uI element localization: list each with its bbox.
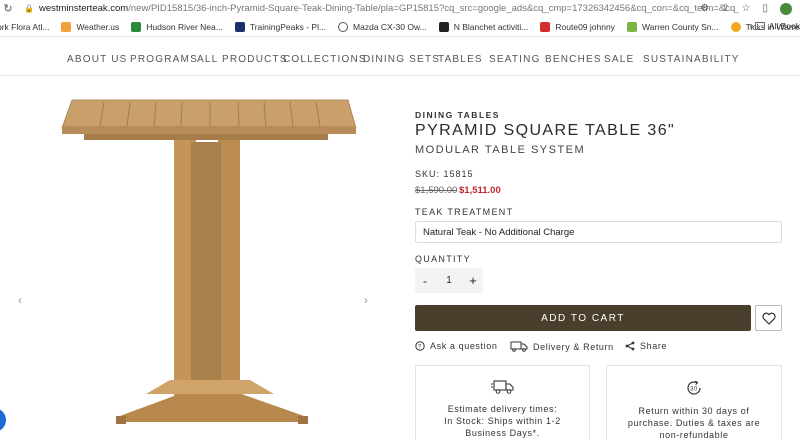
nav-collections[interactable]: COLLECTIONS (283, 54, 367, 65)
bookmarks-bar: ork Flora Atl... Weather.us Hudson River… (0, 17, 800, 37)
bookmark-label: Warren County Sn... (641, 21, 719, 32)
delivery-info-card: Estimate delivery times: In Stock: Ships… (415, 365, 590, 440)
nav-benches[interactable]: BENCHES (545, 54, 602, 65)
weather-icon (61, 21, 72, 32)
delivery-return-label: Delivery & Return (533, 341, 614, 352)
bookmark-label: N Blanchet activiti... (453, 21, 529, 32)
star-icon[interactable]: ☆ (742, 3, 751, 14)
svg-text:?: ? (418, 344, 422, 350)
nav-sustainability[interactable]: SUSTAINABILITY (643, 54, 740, 65)
bookmark-label: Weather.us (76, 21, 120, 32)
browser-extensions: ⚙ ⇪ ☆ ▯ (700, 0, 792, 17)
bookmark-label: TrainingPeaks - Pl... (249, 21, 327, 32)
bookmark-label: Hudson River Nea... (146, 21, 223, 32)
bookmark-item[interactable]: N Blanchet activiti... (438, 21, 529, 32)
nav-seating[interactable]: SEATING (489, 54, 541, 65)
sidebar-icon[interactable]: ▯ (762, 3, 768, 14)
quantity-increase-button[interactable]: + (463, 273, 483, 288)
gallery-prev-arrow-icon[interactable]: ‹ (18, 293, 22, 307)
bookmark-item[interactable]: Weather.us (61, 21, 120, 32)
product-category[interactable]: DINING TABLES (415, 110, 500, 120)
ask-question-label: Ask a question (430, 341, 498, 351)
delivery-info-text: Estimate delivery times: In Stock: Ships… (416, 403, 589, 439)
return-line: non-refundable (659, 430, 729, 440)
quantity-label: QUANTITY (415, 254, 471, 264)
bookmark-item[interactable]: ork Flora Atl... (0, 22, 49, 32)
bookmark-item[interactable]: TrainingPeaks - Pl... (234, 21, 327, 32)
share-link[interactable]: Share (625, 341, 667, 351)
delivery-line: Estimate delivery times: (447, 404, 558, 414)
share-icon (625, 341, 635, 351)
bookmark-label: Route09 johnny (555, 21, 615, 32)
gallery-next-arrow-icon[interactable]: › (364, 293, 368, 307)
url-host: westminsterteak.com (39, 3, 129, 14)
url-text[interactable]: westminsterteak.com/new/PID15815/36-inch… (39, 3, 739, 14)
quantity-stepper: - 1 + (415, 268, 483, 293)
nav-all-products[interactable]: ALL PRODUCTS (197, 54, 288, 65)
address-bar[interactable]: ↻ 🔒 westminsterteak.com/new/PID15815/36-… (0, 0, 800, 17)
all-bookmarks-button[interactable]: All Book (754, 21, 800, 31)
original-price: $1,590.00 (415, 185, 458, 196)
strava-icon (438, 21, 449, 32)
sale-price: $1,511.00 (459, 185, 501, 196)
truck-icon (510, 341, 528, 352)
teak-treatment-label: TEAK TREATMENT (415, 207, 514, 217)
more-bookmarks-button[interactable]: » (749, 21, 754, 31)
product-image[interactable] (60, 98, 360, 428)
return-line: purchase. Duties & taxes are (627, 418, 761, 428)
trainingpeaks-icon (234, 21, 245, 32)
extension-icon[interactable]: ⚙ (700, 3, 709, 14)
delivery-return-link[interactable]: Delivery & Return (510, 341, 614, 352)
lock-icon[interactable]: 🔒 (23, 4, 35, 13)
product-actions: ? Ask a question Delivery & Return Share (415, 341, 782, 355)
product-title: PYRAMID SQUARE TABLE 36" (415, 122, 676, 139)
return-clock-icon: 30 (687, 380, 701, 395)
url-path: /new/PID15815/36-inch-Pyramid-Square-Tea… (128, 3, 739, 14)
question-icon: ? (415, 341, 425, 351)
bookmark-item[interactable]: Mazda CX-30 Ow... (338, 21, 427, 32)
fast-delivery-truck-icon (490, 380, 514, 394)
share-label: Share (640, 341, 668, 351)
quantity-decrease-button[interactable]: - (415, 274, 435, 288)
return-line: Return within 30 days of (638, 406, 750, 416)
tick-icon (730, 21, 741, 32)
wishlist-button[interactable] (755, 305, 782, 331)
ask-question-link[interactable]: ? Ask a question (415, 341, 497, 351)
reload-icon[interactable]: ↻ (1, 2, 15, 15)
mazda-icon (338, 21, 349, 32)
teak-treatment-select[interactable]: Natural Teak - No Additional Charge (415, 221, 782, 243)
product-sku: SKU: 15815 (415, 169, 474, 179)
folder-icon (754, 22, 765, 30)
share-page-icon[interactable]: ⇪ (721, 3, 729, 14)
bookmark-item[interactable]: Hudson River Nea... (131, 21, 223, 32)
all-bookmarks-label: All Book (768, 21, 800, 31)
bookmark-item[interactable]: Route09 johnny (540, 21, 615, 32)
bookmark-label: ork Flora Atl... (0, 21, 50, 32)
nav-sale[interactable]: SALE (604, 54, 634, 65)
map-icon (131, 21, 142, 32)
nav-about-us[interactable]: ABOUT US (67, 54, 128, 65)
heart-icon (762, 312, 776, 325)
nav-programs[interactable]: PROGRAMS (130, 54, 198, 65)
site-nav: ABOUT US PROGRAMS ALL PRODUCTS COLLECTIO… (0, 44, 800, 76)
return-info-text: Return within 30 days of purchase. Dutie… (607, 405, 781, 440)
product-subtitle: MODULAR TABLE SYSTEM (415, 144, 586, 156)
svg-text:30: 30 (690, 387, 698, 393)
return-info-card: 30 Return within 30 days of purchase. Du… (606, 365, 782, 440)
delivery-line: Business Days*. (465, 428, 540, 438)
youtube-icon (540, 21, 551, 32)
bookmark-label: Mazda CX-30 Ow... (353, 21, 427, 32)
bookmark-item[interactable]: Warren County Sn... (626, 21, 719, 32)
nav-dining-sets[interactable]: DINING SETS (363, 54, 440, 65)
add-to-cart-button[interactable]: ADD TO CART (415, 305, 751, 331)
leaf-icon (626, 21, 637, 32)
profile-avatar[interactable] (780, 2, 792, 15)
delivery-line: In Stock: Ships within 1-2 (444, 416, 561, 426)
quantity-value[interactable]: 1 (435, 275, 463, 286)
nav-tables[interactable]: TABLES (438, 54, 483, 65)
